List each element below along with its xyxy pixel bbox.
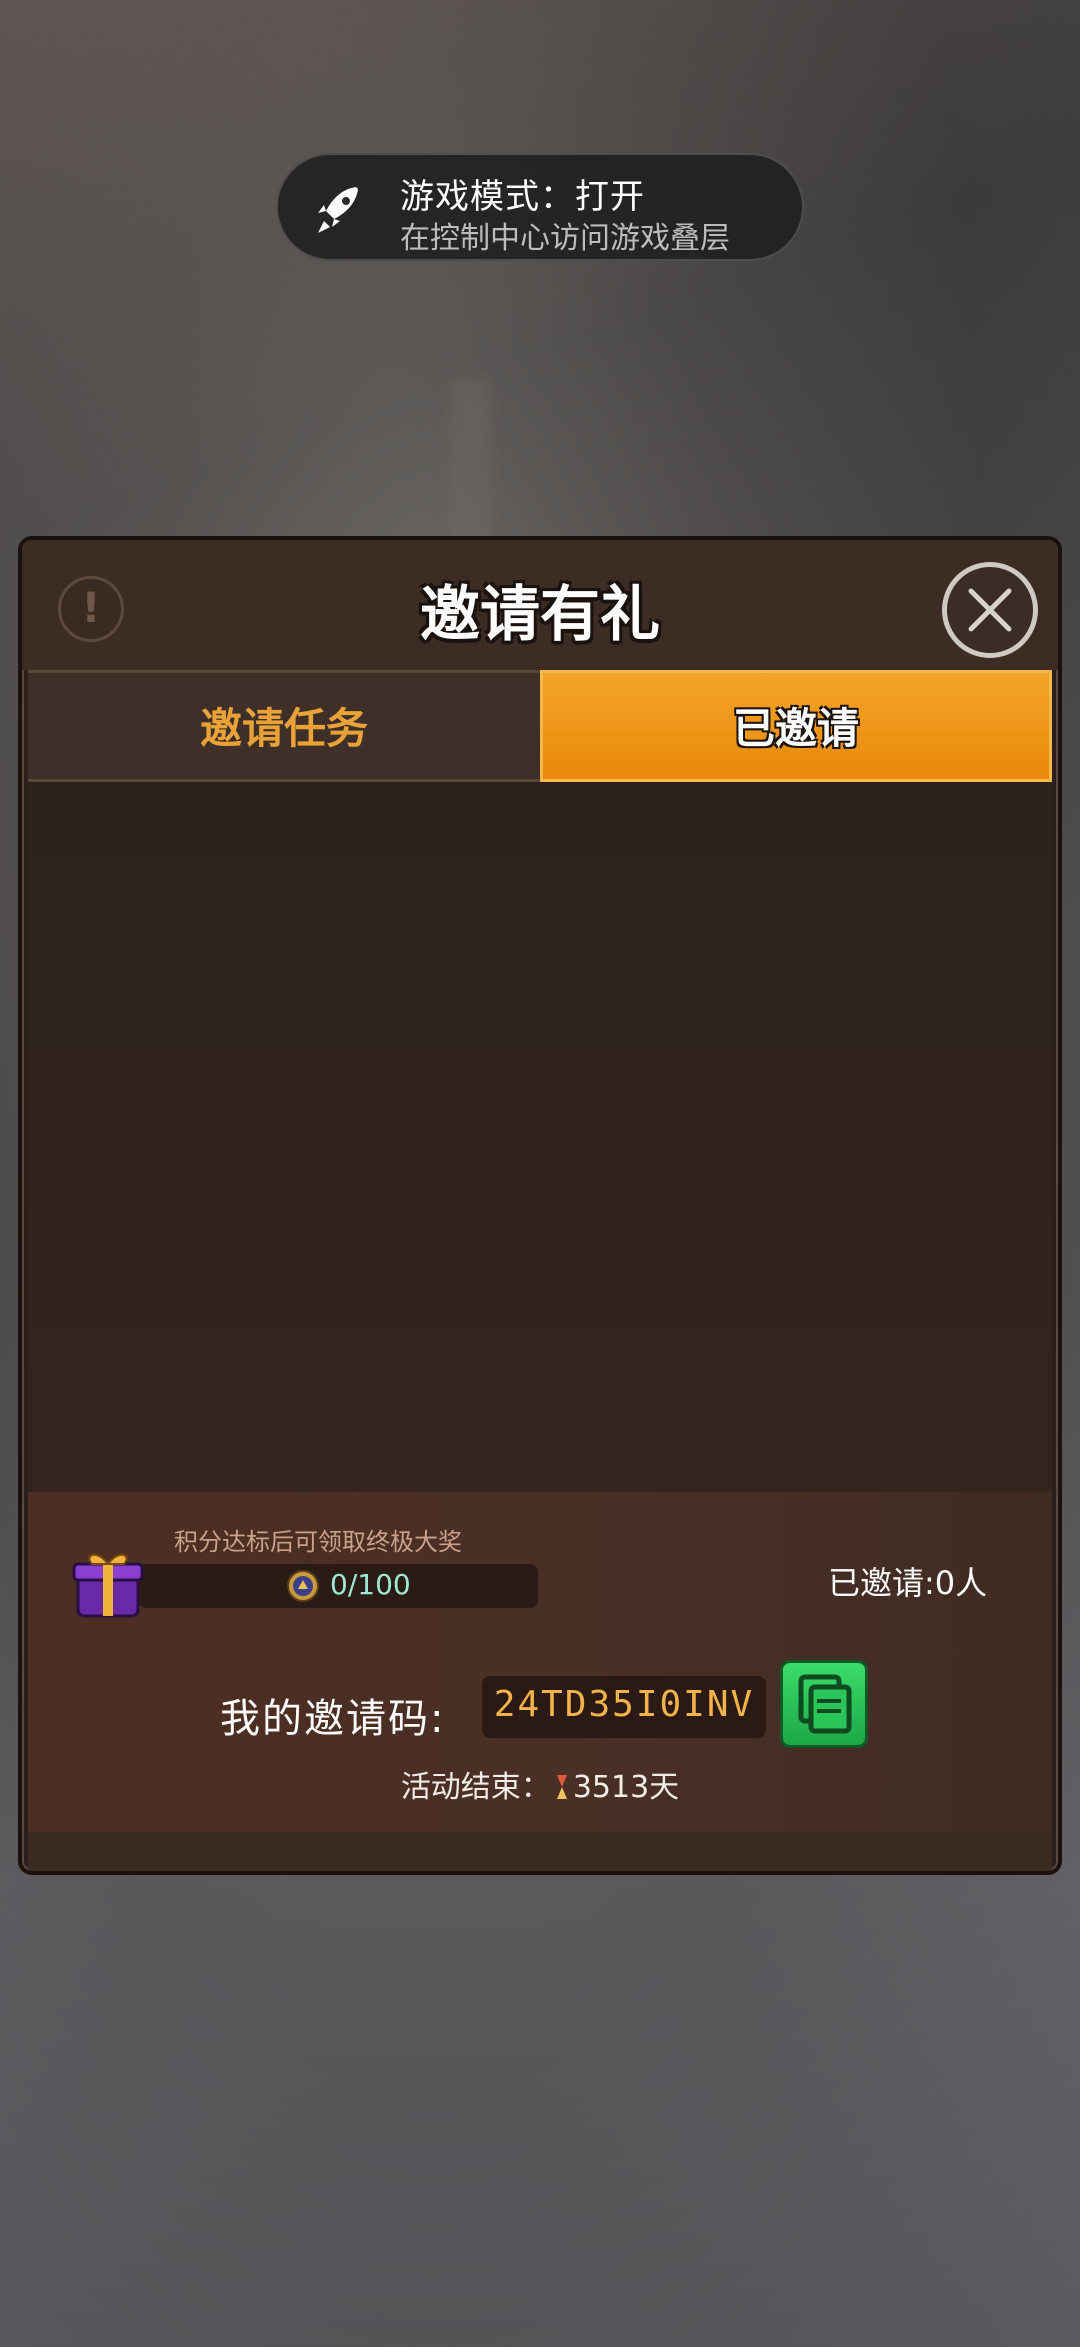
- copy-icon: [798, 1674, 852, 1734]
- dialog-bottom-strip: [28, 1832, 1052, 1871]
- close-icon: [968, 588, 1012, 632]
- game-mode-toast: 游戏模式：打开 在控制中心访问游戏叠层: [276, 153, 804, 261]
- invite-code-box: 24TD35I0INV: [482, 1676, 766, 1738]
- close-button[interactable]: [942, 562, 1038, 658]
- hourglass-icon: [556, 1775, 567, 1799]
- dialog-header: ! 邀请有礼: [22, 540, 1058, 670]
- progress-text: 0/100: [330, 1568, 411, 1601]
- invited-list-area: [28, 782, 1052, 1492]
- event-end-days: 3513天: [572, 1770, 680, 1805]
- invite-dialog: ! 邀请有礼 邀请任务 已邀请 积分达标后可领取终极大奖 0/100 已邀请:0…: [18, 536, 1062, 1875]
- invited-count: 已邀请:0人: [828, 1564, 988, 1602]
- gift-icon[interactable]: [68, 1542, 148, 1622]
- invite-code-value: 24TD35I0INV: [493, 1684, 755, 1725]
- tab-invite-tasks[interactable]: 邀请任务: [28, 670, 540, 782]
- reward-hint: 积分达标后可领取终极大奖: [174, 1528, 462, 1556]
- points-progress-bar: 0/100: [138, 1564, 538, 1608]
- rocket-icon: [318, 187, 358, 233]
- dialog-title: 邀请有礼: [420, 580, 660, 650]
- event-end-prefix: 活动结束：: [400, 1770, 551, 1805]
- invite-info-panel: 积分达标后可领取终极大奖 0/100 已邀请:0人 我的邀请码: 24TD35I…: [28, 1492, 1052, 1832]
- tab-invited[interactable]: 已邀请: [540, 670, 1052, 782]
- invite-code-label: 我的邀请码:: [220, 1696, 446, 1742]
- toast-title: 游戏模式：打开: [400, 177, 645, 217]
- event-end-time: 活动结束： 3513天: [28, 1762, 1052, 1806]
- copy-code-button[interactable]: [780, 1660, 868, 1748]
- toast-subtitle: 在控制中心访问游戏叠层: [400, 221, 730, 256]
- coin-icon: [287, 1570, 319, 1602]
